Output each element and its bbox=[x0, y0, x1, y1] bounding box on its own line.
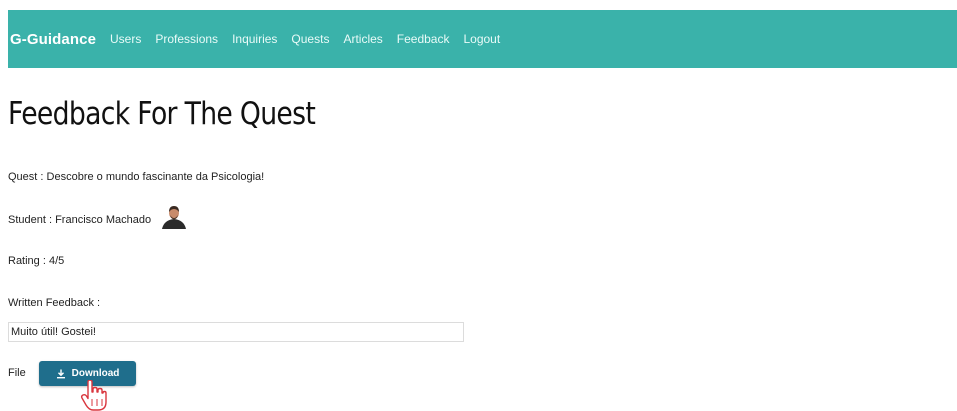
student-avatar bbox=[159, 203, 190, 229]
student-label: Student : Francisco Machado bbox=[8, 214, 152, 226]
nav-link-feedback[interactable]: Feedback bbox=[397, 32, 450, 46]
nav-link-professions[interactable]: Professions bbox=[155, 32, 218, 46]
brand-logo[interactable]: G-Guidance bbox=[10, 31, 96, 48]
nav-link-quests[interactable]: Quests bbox=[291, 32, 329, 46]
top-navbar: G-Guidance Users Professions Inquiries Q… bbox=[8, 10, 957, 68]
nav-link-articles[interactable]: Articles bbox=[343, 32, 382, 46]
written-feedback-label: Written Feedback : bbox=[8, 297, 101, 309]
download-icon bbox=[56, 369, 65, 378]
page-title: Feedback For The Quest bbox=[8, 96, 316, 132]
hand-pointer-icon bbox=[80, 380, 107, 411]
file-label: File bbox=[8, 367, 26, 379]
written-feedback-field[interactable]: Muito útil! Gostei! bbox=[8, 322, 464, 342]
download-button-label: Download bbox=[71, 368, 120, 379]
student-line: Student : Francisco Machado bbox=[8, 203, 190, 229]
nav-link-inquiries[interactable]: Inquiries bbox=[232, 32, 277, 46]
rating-line: Rating : 4/5 bbox=[8, 255, 65, 267]
quest-line: Quest : Descobre o mundo fascinante da P… bbox=[8, 171, 265, 183]
nav-link-users[interactable]: Users bbox=[110, 32, 141, 46]
nav-link-logout[interactable]: Logout bbox=[463, 32, 500, 46]
